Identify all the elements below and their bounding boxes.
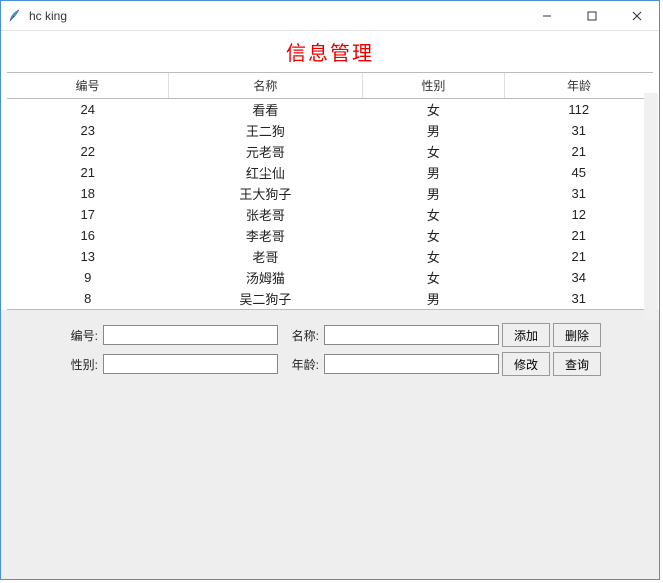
table-row[interactable]: 24看看女112 bbox=[7, 99, 653, 121]
age-input[interactable] bbox=[324, 354, 499, 374]
cell-sex: 男 bbox=[362, 183, 504, 204]
cell-age: 21 bbox=[504, 141, 653, 162]
col-id[interactable]: 编号 bbox=[7, 73, 169, 99]
col-sex[interactable]: 性别 bbox=[362, 73, 504, 99]
vertical-scrollbar[interactable] bbox=[644, 93, 658, 321]
cell-sex: 女 bbox=[362, 246, 504, 267]
cell-sex: 女 bbox=[362, 204, 504, 225]
table-row[interactable]: 9汤姆猫女34 bbox=[7, 267, 653, 288]
cell-id: 22 bbox=[7, 141, 169, 162]
minimize-button[interactable] bbox=[524, 1, 569, 31]
cell-age: 112 bbox=[504, 99, 653, 121]
app-window: hc king 信息管理 编号 名称 bbox=[0, 0, 660, 580]
cell-name: 李老哥 bbox=[169, 225, 363, 246]
form-panel: 编号: 名称: 添加 删除 性别: 年龄: 修改 查询 bbox=[1, 310, 659, 579]
sex-label: 性别: bbox=[60, 356, 100, 373]
cell-sex: 男 bbox=[362, 162, 504, 183]
cell-name: 老哥 bbox=[169, 246, 363, 267]
add-button[interactable]: 添加 bbox=[502, 323, 550, 347]
cell-age: 34 bbox=[504, 267, 653, 288]
cell-sex: 女 bbox=[362, 141, 504, 162]
name-label: 名称: bbox=[281, 327, 321, 344]
cell-age: 45 bbox=[504, 162, 653, 183]
cell-id: 9 bbox=[7, 267, 169, 288]
table-row[interactable]: 22元老哥女21 bbox=[7, 141, 653, 162]
content-area: 信息管理 编号 名称 性别 年龄 24看看女11223王二狗男3122元老哥女2… bbox=[1, 31, 659, 579]
name-input[interactable] bbox=[324, 325, 499, 345]
cell-age: 31 bbox=[504, 288, 653, 309]
table-row[interactable]: 16李老哥女21 bbox=[7, 225, 653, 246]
cell-sex: 女 bbox=[362, 99, 504, 121]
query-button[interactable]: 查询 bbox=[553, 352, 601, 376]
table-row[interactable]: 17张老哥女12 bbox=[7, 204, 653, 225]
cell-name: 看看 bbox=[169, 99, 363, 121]
cell-name: 王大狗子 bbox=[169, 183, 363, 204]
cell-id: 8 bbox=[7, 288, 169, 309]
page-title: 信息管理 bbox=[1, 31, 659, 72]
age-label: 年龄: bbox=[281, 356, 321, 373]
cell-id: 24 bbox=[7, 99, 169, 121]
table-body: 24看看女11223王二狗男3122元老哥女2121红尘仙男4518王大狗子男3… bbox=[7, 99, 653, 310]
modify-button[interactable]: 修改 bbox=[502, 352, 550, 376]
cell-name: 汤姆猫 bbox=[169, 267, 363, 288]
cell-id: 13 bbox=[7, 246, 169, 267]
cell-sex: 女 bbox=[362, 267, 504, 288]
cell-id: 16 bbox=[7, 225, 169, 246]
cell-name: 吴二狗子 bbox=[169, 288, 363, 309]
table-row[interactable]: 8吴二狗子男31 bbox=[7, 288, 653, 309]
titlebar: hc king bbox=[1, 1, 659, 31]
id-input[interactable] bbox=[103, 325, 278, 345]
cell-sex: 男 bbox=[362, 288, 504, 309]
cell-name: 红尘仙 bbox=[169, 162, 363, 183]
table-container: 编号 名称 性别 年龄 24看看女11223王二狗男3122元老哥女2121红尘… bbox=[7, 72, 653, 310]
cell-id: 21 bbox=[7, 162, 169, 183]
cell-id: 23 bbox=[7, 120, 169, 141]
table-header-row: 编号 名称 性别 年龄 bbox=[7, 73, 653, 99]
cell-sex: 女 bbox=[362, 225, 504, 246]
cell-name: 王二狗 bbox=[169, 120, 363, 141]
cell-id: 17 bbox=[7, 204, 169, 225]
cell-id: 18 bbox=[7, 183, 169, 204]
col-name[interactable]: 名称 bbox=[169, 73, 363, 99]
table-row[interactable]: 18王大狗子男31 bbox=[7, 183, 653, 204]
feather-icon bbox=[7, 8, 23, 24]
table-row[interactable]: 21红尘仙男45 bbox=[7, 162, 653, 183]
cell-age: 31 bbox=[504, 183, 653, 204]
close-button[interactable] bbox=[614, 1, 659, 31]
id-label: 编号: bbox=[60, 327, 100, 344]
maximize-button[interactable] bbox=[569, 1, 614, 31]
window-title: hc king bbox=[29, 9, 67, 23]
cell-name: 元老哥 bbox=[169, 141, 363, 162]
cell-name: 张老哥 bbox=[169, 204, 363, 225]
sex-input[interactable] bbox=[103, 354, 278, 374]
cell-age: 12 bbox=[504, 204, 653, 225]
window-controls bbox=[524, 1, 659, 30]
table-row[interactable]: 23王二狗男31 bbox=[7, 120, 653, 141]
cell-age: 21 bbox=[504, 246, 653, 267]
cell-sex: 男 bbox=[362, 120, 504, 141]
table-row[interactable]: 13老哥女21 bbox=[7, 246, 653, 267]
cell-age: 21 bbox=[504, 225, 653, 246]
delete-button[interactable]: 删除 bbox=[553, 323, 601, 347]
cell-age: 31 bbox=[504, 120, 653, 141]
data-table[interactable]: 编号 名称 性别 年龄 24看看女11223王二狗男3122元老哥女2121红尘… bbox=[7, 73, 653, 309]
col-age[interactable]: 年龄 bbox=[504, 73, 653, 99]
